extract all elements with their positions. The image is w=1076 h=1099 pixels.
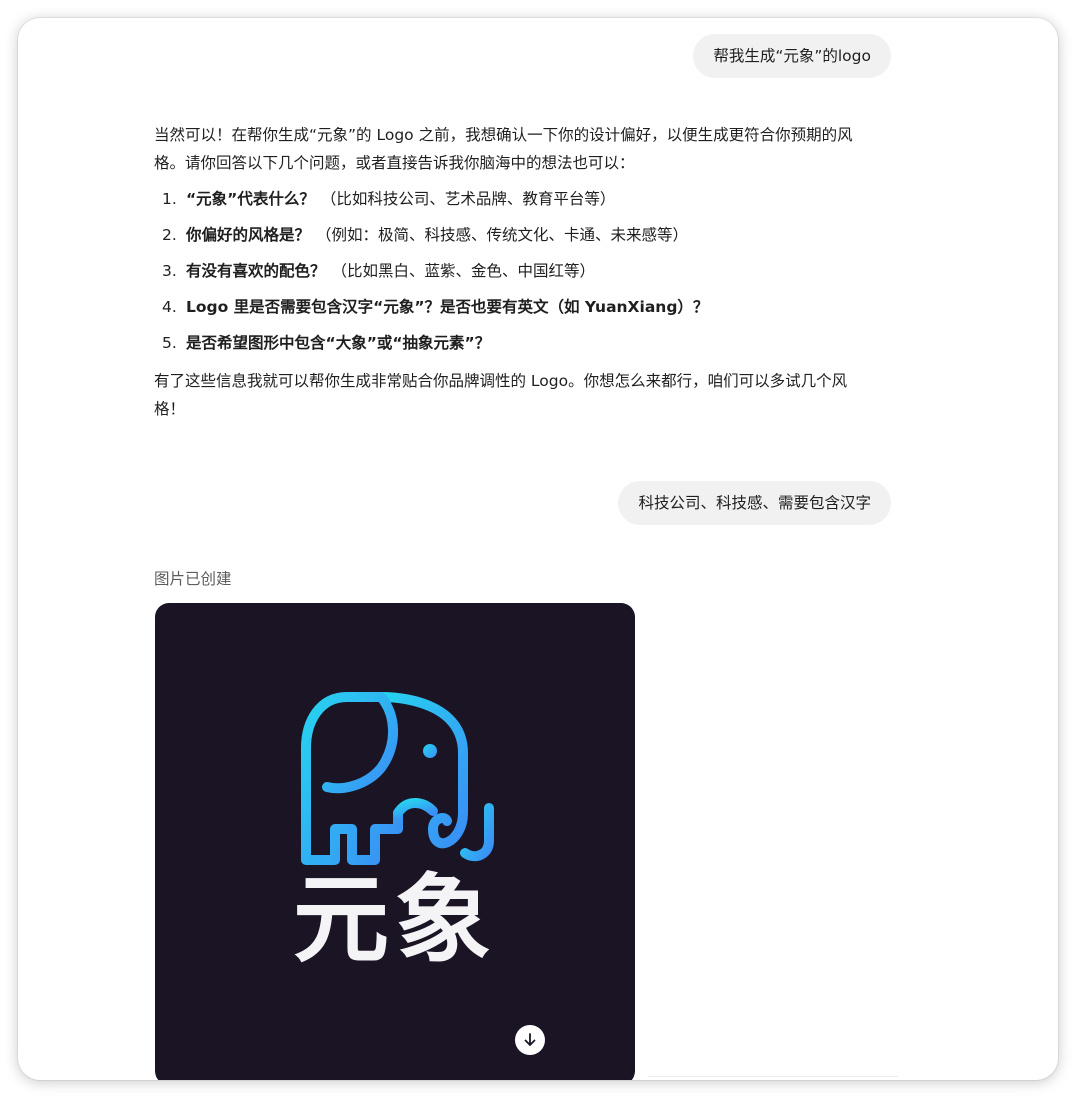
question-text: “元象”代表什么？ — [186, 190, 315, 208]
question-text: 你偏好的风格是？ — [186, 226, 311, 244]
image-created-caption: 图片已创建 — [154, 570, 232, 588]
divider — [648, 1076, 898, 1077]
question-item: 3. 有没有喜欢的配色？ （比如黑白、蓝紫、金色、中国红等） — [154, 253, 874, 289]
question-note: （比如黑白、蓝紫、金色、中国红等） — [331, 262, 596, 280]
download-button[interactable] — [515, 1025, 545, 1055]
question-item: 5. 是否希望图形中包含“大象”或“抽象元素”？ — [154, 325, 874, 361]
question-item: 2. 你偏好的风格是？ （例如：极简、科技感、传统文化、卡通、未来感等） — [154, 217, 874, 253]
question-text: Logo 里是否需要包含汉字“元象”？是否也要有英文（如 YuanXiang）？ — [186, 298, 709, 316]
generated-image[interactable]: 元象 — [155, 603, 635, 1080]
assistant-outro-text: 有了这些信息我就可以帮你生成非常贴合你品牌调性的 Logo。你想怎么来都行，咱们… — [154, 372, 848, 418]
elephant-icon — [301, 692, 494, 865]
chat-window: 帮我生成“元象”的logo 当然可以！在帮你生成“元象”的 Logo 之前，我想… — [18, 18, 1058, 1080]
question-number: 4. — [162, 298, 177, 316]
user-message-bubble: 帮我生成“元象”的logo — [693, 34, 891, 78]
question-note: （例如：极简、科技感、传统文化、卡通、未来感等） — [316, 226, 689, 244]
question-number: 3. — [162, 262, 177, 280]
question-number: 2. — [162, 226, 177, 244]
download-icon — [524, 1033, 536, 1046]
question-item: 4. Logo 里是否需要包含汉字“元象”？是否也要有英文（如 YuanXian… — [154, 289, 874, 325]
user-message-bubble: 科技公司、科技感、需要包含汉字 — [618, 481, 891, 525]
user-message-text: 帮我生成“元象”的logo — [713, 47, 871, 65]
user-message-text: 科技公司、科技感、需要包含汉字 — [638, 494, 871, 512]
question-number: 5. — [162, 334, 177, 352]
logo-wordmark: 元象 — [293, 864, 497, 976]
question-number: 1. — [162, 190, 177, 208]
question-item: 1. “元象”代表什么？ （比如科技公司、艺术品牌、教育平台等） — [154, 181, 874, 217]
assistant-intro-text: 当然可以！在帮你生成“元象”的 Logo 之前，我想确认一下你的设计偏好，以便生… — [154, 126, 853, 172]
question-list: 1. “元象”代表什么？ （比如科技公司、艺术品牌、教育平台等） 2. 你偏好的风… — [154, 181, 874, 361]
assistant-message: 当然可以！在帮你生成“元象”的 Logo 之前，我想确认一下你的设计偏好，以便生… — [154, 121, 874, 423]
question-note: （比如科技公司、艺术品牌、教育平台等） — [320, 190, 616, 208]
question-text: 是否希望图形中包含“大象”或“抽象元素”？ — [186, 334, 491, 352]
question-text: 有没有喜欢的配色？ — [186, 262, 326, 280]
